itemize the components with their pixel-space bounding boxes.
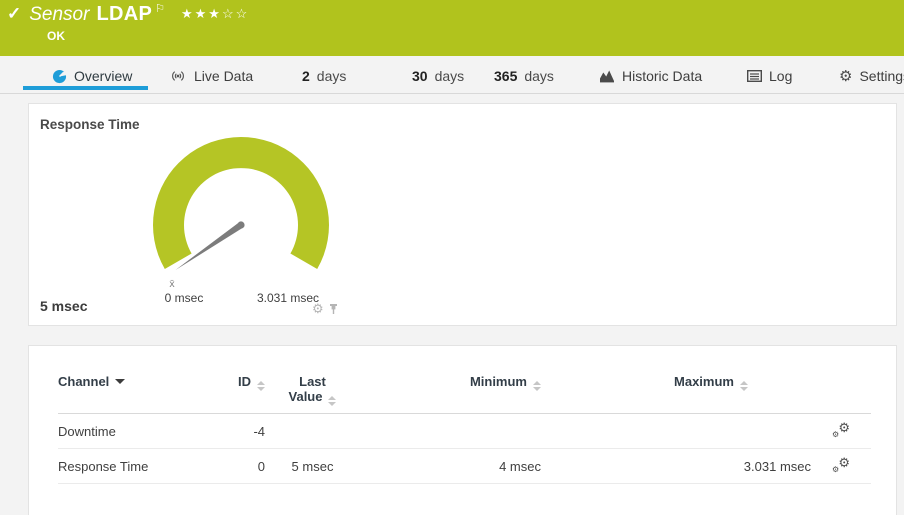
gear-icon: ⚙ [832,465,839,474]
tab-label: Live Data [194,68,253,84]
tab-day-count: 365 [494,68,517,84]
tab-30-days[interactable]: 30 days [412,65,464,87]
column-label: Minimum [470,374,527,389]
gear-icon: ⚙ [838,420,850,436]
priority-stars-rating[interactable]: ★★★☆☆ [181,6,249,22]
gauge-arc [153,137,329,269]
channel-table: Channel ID Last Value Minimum Maximum [58,346,871,484]
column-label: Channel [58,374,109,389]
gauge-icon [52,69,67,84]
gauge-min-label: 0 msec [165,291,204,305]
tab-overview[interactable]: Overview [52,65,132,87]
panel-title: Response Time [40,117,140,132]
column-label: Value [289,389,323,404]
cell-maximum: 3.031 msec [541,449,811,484]
sort-icon [328,396,336,406]
sort-desc-icon [115,379,125,384]
column-header-channel[interactable]: Channel [58,346,218,414]
tab-day-unit: days [435,68,465,84]
cell-last-value: 5 msec [265,449,360,484]
cell-last-value [265,414,360,449]
column-header-actions [811,346,871,414]
cell-id: -4 [218,414,265,449]
tab-2-days[interactable]: 2 days [302,65,346,87]
tab-live-data[interactable]: Live Data [169,65,253,87]
sort-icon [740,381,748,391]
gauge-current-value: 5 msec [40,298,87,314]
tab-day-unit: days [317,68,347,84]
pin-icon[interactable] [328,303,339,315]
column-header-maximum[interactable]: Maximum [541,346,811,414]
historic-chart-icon [599,69,615,83]
cell-id: 0 [218,449,265,484]
table-header-row: Channel ID Last Value Minimum Maximum [58,346,871,414]
column-label: ID [238,374,251,389]
tab-day-count: 2 [302,68,310,84]
tab-log[interactable]: Log [747,65,792,87]
column-label: Maximum [674,374,734,389]
channel-settings-icon[interactable]: ⚙ ⚙ [832,457,850,473]
tab-bar: Overview Live Data 2 days 30 days 365 da… [0,56,904,94]
cell-minimum [360,414,541,449]
tab-day-count: 30 [412,68,428,84]
channel-table-panel: Channel ID Last Value Minimum Maximum [28,345,897,515]
tab-label: Settings [859,68,904,84]
response-time-panel: Response Time x̄ 0 msec 3.031 msec 5 mse… [28,103,897,326]
cell-channel[interactable]: Downtime [58,414,218,449]
sort-icon [533,381,541,391]
log-list-icon [747,70,762,82]
sort-icon [257,381,265,391]
tab-settings[interactable]: ⚙ Settings [839,65,904,87]
gauge-max-label: 3.031 msec [257,291,319,305]
sensor-name: LDAP [96,3,152,26]
tab-365-days[interactable]: 365 days [494,65,554,87]
sensor-type-label: Sensor [29,4,89,26]
channel-settings-icon[interactable]: ⚙ ⚙ [832,422,850,438]
active-tab-underline [23,86,148,90]
gauge-toolbar: ⚙ [312,302,339,315]
table-row-response-time[interactable]: Response Time 0 5 msec 4 msec 3.031 msec… [58,449,871,484]
gauge-settings-gear-icon[interactable]: ⚙ [312,302,324,315]
tab-label: Historic Data [622,68,702,84]
column-header-minimum[interactable]: Minimum [360,346,541,414]
sensor-status-badge: OK [47,29,65,43]
table-row-downtime[interactable]: Downtime -4 ⚙ ⚙ [58,414,871,449]
tab-label: Overview [74,68,132,84]
cell-channel[interactable]: Response Time [58,449,218,484]
live-data-icon [169,69,187,83]
priority-flag-icon[interactable]: ⚐ [155,2,165,15]
tab-label: Log [769,68,792,84]
column-label: Last [299,374,326,389]
sensor-title-row: ✓ Sensor LDAP ⚐ ★★★☆☆ [7,3,249,26]
gear-icon: ⚙ [832,430,839,439]
response-time-gauge: x̄ 0 msec 3.031 msec [141,130,341,315]
cell-maximum [541,414,811,449]
gear-icon: ⚙ [838,455,850,471]
cell-minimum: 4 msec [360,449,541,484]
column-header-id[interactable]: ID [218,346,265,414]
sensor-header: ✓ Sensor LDAP ⚐ ★★★☆☆ OK [0,0,904,56]
tab-historic-data[interactable]: Historic Data [599,65,702,87]
status-ok-check-icon: ✓ [7,4,21,24]
settings-gear-icon: ⚙ [839,69,852,84]
column-header-last-value[interactable]: Last Value [265,346,360,414]
gauge-mean-marker: x̄ [169,278,175,290]
tab-day-unit: days [524,68,554,84]
